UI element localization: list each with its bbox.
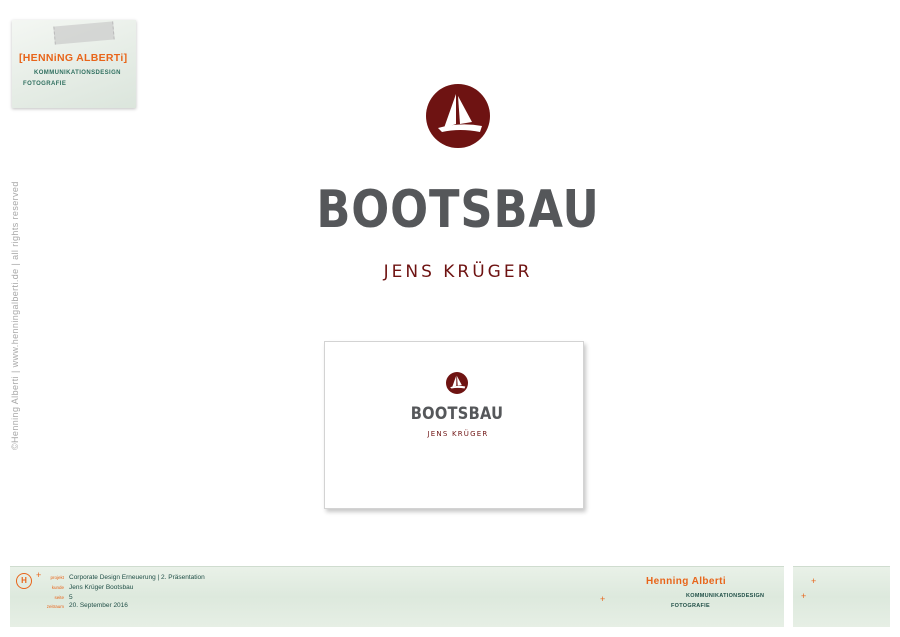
label-seite: seite bbox=[54, 595, 64, 600]
label-projekt: projekt bbox=[50, 575, 64, 580]
logo-subtitle: JENS KRÜGER bbox=[383, 262, 533, 282]
plus-icon: + bbox=[811, 576, 817, 586]
footer-tagline-design: KOMMUNIKATIONSDESIGN bbox=[686, 593, 765, 599]
logo-title: BOOTSBAU bbox=[316, 180, 600, 240]
sailboat-logo-icon bbox=[426, 84, 490, 148]
brand-note: [HENNiNG ALBERTi] KOMMUNIKATIONSDESIGN F… bbox=[12, 20, 136, 108]
business-card: BOOTSBAU JENS KRÜGER bbox=[324, 341, 584, 509]
card-subtitle: JENS KRÜGER bbox=[427, 430, 489, 438]
vertical-credit: ©Henning Alberti | www.henningalberti.de… bbox=[10, 181, 20, 450]
card-sailboat-icon bbox=[446, 372, 468, 394]
value-projekt: Corporate Design Erneuerung | 2. Präsent… bbox=[69, 574, 205, 581]
plus-icon: + bbox=[801, 591, 807, 601]
footer-side-strip: + + bbox=[793, 566, 890, 627]
label-zeitraum: zeitraum bbox=[46, 604, 64, 609]
note-tagline-photo: FOTOGRAFIE bbox=[23, 81, 67, 87]
plus-icon: + bbox=[600, 594, 606, 604]
footer-brand-name: Henning Alberti bbox=[646, 576, 727, 587]
value-zeitraum: 20. September 2016 bbox=[69, 602, 128, 609]
value-kunde: Jens Krüger Bootsbau bbox=[69, 584, 134, 591]
card-title: BOOTSBAU bbox=[410, 404, 504, 424]
tape-strip bbox=[53, 21, 115, 45]
label-kunde: kunde bbox=[51, 585, 64, 590]
value-seite: 5 bbox=[69, 594, 73, 601]
note-tagline-design: KOMMUNIKATIONSDESIGN bbox=[34, 70, 121, 76]
footer-tagline-photo: FOTOGRAFIE bbox=[671, 603, 710, 609]
footer-strip: H + + projekt Corporate Design Erneuerun… bbox=[10, 566, 784, 627]
note-brand-name: [HENNiNG ALBERTi] bbox=[19, 52, 128, 64]
